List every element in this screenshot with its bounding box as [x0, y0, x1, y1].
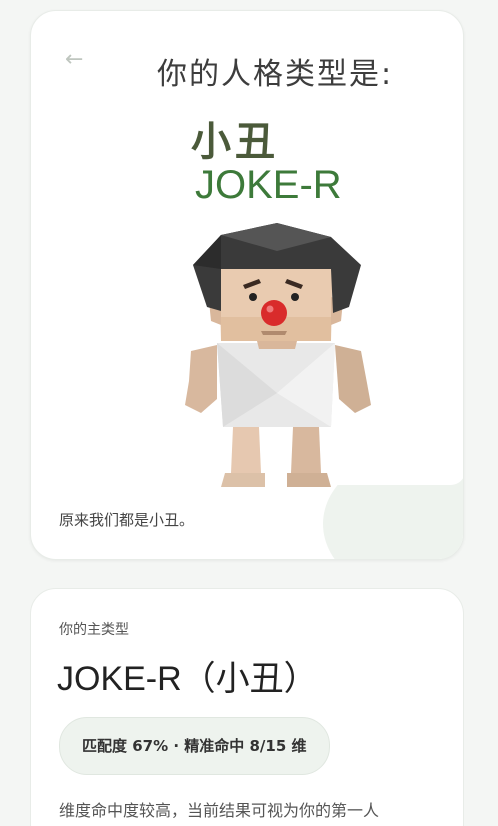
clown-figure-illustration: [185, 223, 371, 487]
type-name-english: JOKE-R: [195, 163, 342, 207]
type-name-chinese: 小丑: [191, 119, 279, 165]
back-arrow-icon[interactable]: ←: [65, 47, 83, 72]
main-type-label: 你的主类型: [59, 622, 129, 638]
result-description: 维度命中度较高，当前结果可视为你的第一人: [59, 801, 380, 820]
summary-card: 你的主类型 JOKE-R（小丑） 匹配度 67% · 精准命中 8/15 维 维…: [30, 588, 464, 826]
match-score-badge: 匹配度 67% · 精准命中 8/15 维: [59, 717, 330, 775]
result-caption: 原来我们都是小丑。: [59, 511, 195, 529]
main-type-title: JOKE-R（小丑）: [57, 660, 318, 698]
page: ← 你的人格类型是: 小丑 JOKE-R 原来我们都是小丑。 你的主类型 JOK…: [0, 0, 498, 826]
result-card: ← 你的人格类型是: 小丑 JOKE-R 原来我们都是小丑。: [30, 10, 464, 560]
result-headline: 你的人格类型是:: [157, 57, 394, 92]
